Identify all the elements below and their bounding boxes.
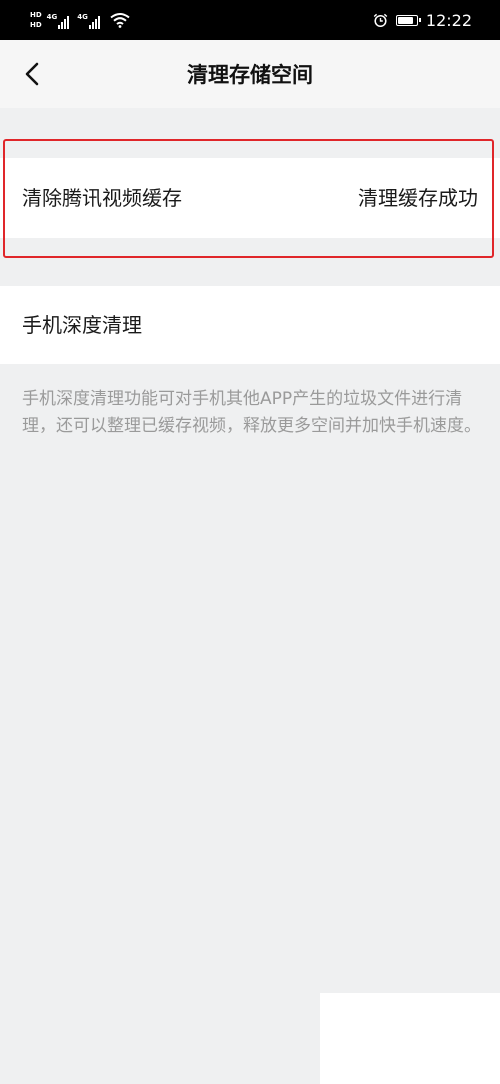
hd-label: HD xyxy=(30,21,42,29)
battery-icon xyxy=(395,14,421,26)
status-left: HD HD 4G 4G xyxy=(30,6,130,34)
status-time: 12:22 xyxy=(425,10,472,30)
hd-indicator: HD HD xyxy=(30,10,42,30)
network-type-label: 4G xyxy=(77,13,88,21)
network-type-label: 4G xyxy=(46,13,58,21)
bottom-corner-patch xyxy=(320,993,500,1084)
alarm-icon xyxy=(373,13,388,27)
wifi-icon xyxy=(110,13,130,28)
deep-clean-description: 手机深度清理功能可对手机其他APP产生的垃圾文件进行清理，还可以整理已缓存视频，… xyxy=(22,389,481,436)
highlight-annotation-box xyxy=(3,139,494,258)
deep-clean-row[interactable]: 手机深度清理 xyxy=(0,286,500,364)
navigation-bar: 清理存储空间 xyxy=(0,40,500,108)
deep-clean-label: 手机深度清理 xyxy=(22,313,142,337)
status-right: 12:22 xyxy=(373,9,472,31)
status-bar: HD HD 4G 4G 12:22 xyxy=(0,0,500,40)
page-title: 清理存储空间 xyxy=(187,63,313,87)
signal-icon: 4G xyxy=(77,11,101,29)
hd-label: HD xyxy=(30,11,42,19)
signal-icon: 4G xyxy=(47,11,71,29)
